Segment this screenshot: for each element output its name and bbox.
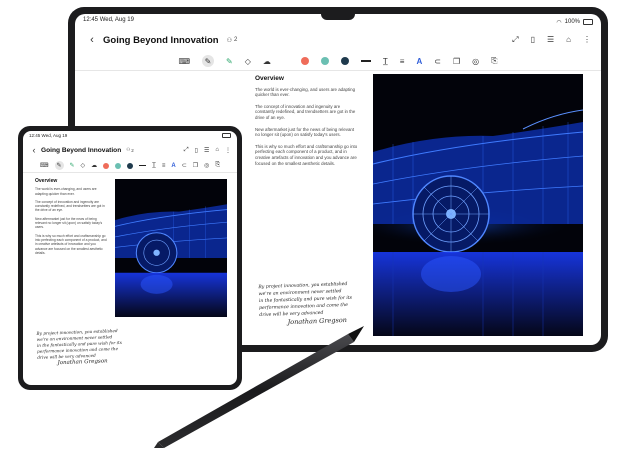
tablet-text-column: Overview The world is ever-changing, and… bbox=[255, 75, 360, 166]
text-style-icon[interactable]: T̲ bbox=[383, 57, 388, 66]
lasso-icon[interactable]: ⊂ bbox=[434, 57, 441, 66]
paragraph: The concept of innovation and ingenuity … bbox=[255, 103, 356, 120]
swatch-teal[interactable] bbox=[115, 162, 122, 169]
car-wireframe-image bbox=[115, 179, 227, 317]
tablet-title-bar: ‹ Going Beyond Innovation ⚇ 2 ⤢ ▯ ☰ ⌂ ⋮ bbox=[75, 31, 601, 49]
more-icon[interactable]: ⋮ bbox=[225, 147, 231, 154]
collaborators-badge[interactable]: ⚇ 2 bbox=[126, 147, 134, 153]
shapes-icon[interactable]: ◎ bbox=[472, 57, 479, 66]
section-heading: Overview bbox=[255, 75, 284, 82]
fold-title-bar: ‹ Going Beyond Innovation ⚇ 2 ⤢ ▯ ☰ ⌂ ⋮ bbox=[23, 143, 237, 157]
pdf-icon[interactable]: ⎘ bbox=[215, 162, 220, 169]
image-icon[interactable]: ❐ bbox=[453, 57, 460, 66]
swatch-red[interactable] bbox=[103, 162, 110, 169]
back-arrow-icon[interactable]: ‹ bbox=[85, 34, 99, 46]
s-pen-stylus bbox=[150, 320, 370, 450]
image-icon[interactable]: ❐ bbox=[193, 162, 198, 169]
text-align-icon[interactable]: ≡ bbox=[400, 57, 405, 66]
wifi-icon: ◠ bbox=[556, 19, 562, 26]
paragraph: New aftermarket just for the news of bei… bbox=[35, 216, 103, 230]
text-align-icon[interactable]: ≡ bbox=[162, 163, 166, 169]
handwriting-block: By project innovation, you established w… bbox=[36, 327, 145, 367]
cloud-shape-icon[interactable]: ☁ bbox=[263, 57, 271, 66]
text-style-icon[interactable]: T̲ bbox=[152, 163, 156, 169]
fold-status-bar: 12:45 Wed, Aug 19 bbox=[23, 131, 237, 143]
paragraph: The world is ever-changing, and users ar… bbox=[35, 187, 97, 196]
more-icon[interactable]: ⋮ bbox=[583, 35, 591, 45]
stroke-width-icon[interactable] bbox=[360, 60, 371, 62]
tablet-status-bar: 12:45 Wed, Aug 19 ◠ 100% bbox=[75, 14, 601, 30]
keyboard-icon[interactable]: ⌨ bbox=[178, 57, 190, 66]
pages-icon[interactable]: ☰ bbox=[547, 35, 554, 45]
font-icon[interactable]: A bbox=[171, 163, 175, 169]
highlighter-icon[interactable]: ✎ bbox=[226, 57, 233, 66]
book-icon[interactable]: ▯ bbox=[531, 35, 535, 45]
swatch-navy[interactable] bbox=[340, 57, 349, 65]
pen-icon[interactable]: ✎ bbox=[54, 161, 64, 170]
cloud-shape-icon[interactable]: ☁ bbox=[91, 162, 97, 169]
back-arrow-icon[interactable]: ‹ bbox=[29, 145, 39, 155]
status-right: ◠ 100% bbox=[556, 17, 593, 27]
stroke-width-icon[interactable] bbox=[139, 164, 147, 167]
paragraph: This is why so much effort and craftsman… bbox=[35, 233, 107, 255]
swatch-red[interactable] bbox=[300, 57, 309, 65]
swatch-navy[interactable] bbox=[127, 162, 134, 169]
collaborator-count: 2 bbox=[233, 37, 238, 43]
expand-icon[interactable]: ⤢ bbox=[184, 147, 189, 154]
paragraph: The concept of innovation and ingenuity … bbox=[35, 199, 105, 213]
battery-text: 100% bbox=[564, 19, 580, 25]
paragraph: The world is ever-changing, and users ar… bbox=[255, 86, 356, 98]
battery-icon bbox=[583, 19, 593, 25]
battery-icon bbox=[222, 133, 231, 138]
tablet-toolbar: ⌨ ✎ ✎ ◇ ☁ T̲ ≡ A ⊂ ❐ ◎ ⎘ bbox=[75, 52, 601, 71]
pages-icon[interactable]: ☰ bbox=[204, 147, 209, 154]
people-icon: ⚇ bbox=[126, 147, 131, 152]
attach-icon[interactable]: ⌂ bbox=[566, 35, 571, 45]
people-icon: ⚇ bbox=[226, 37, 232, 44]
swatch-teal[interactable] bbox=[320, 57, 329, 65]
section-heading: Overview bbox=[35, 178, 58, 184]
expand-icon[interactable]: ⤢ bbox=[512, 35, 518, 45]
car-wireframe-image bbox=[373, 74, 583, 336]
collaborators-badge[interactable]: ⚇ 2 bbox=[227, 37, 238, 44]
note-title: Going Beyond Innovation bbox=[41, 146, 122, 154]
status-time: 12:45 Wed, Aug 19 bbox=[29, 133, 68, 138]
attach-icon[interactable]: ⌂ bbox=[215, 147, 219, 154]
pen-icon[interactable]: ✎ bbox=[202, 55, 215, 67]
eraser-icon[interactable]: ◇ bbox=[81, 162, 86, 169]
lasso-icon[interactable]: ⊂ bbox=[182, 162, 187, 169]
highlighter-icon[interactable]: ✎ bbox=[70, 162, 75, 169]
paragraph: New aftermarket just for the news of bei… bbox=[255, 126, 355, 138]
keyboard-icon[interactable]: ⌨ bbox=[40, 162, 49, 169]
status-time: 12:45 Wed, Aug 19 bbox=[83, 17, 134, 23]
fold-toolbar: ⌨ ✎ ✎ ◇ ☁ T̲ ≡ A ⊂ ❐ ◎ ⎘ bbox=[23, 159, 237, 173]
eraser-icon[interactable]: ◇ bbox=[245, 57, 251, 66]
fold-text-column: Overview The world is ever-changing, and… bbox=[35, 178, 107, 255]
collaborator-count: 2 bbox=[131, 147, 134, 153]
pdf-icon[interactable]: ⎘ bbox=[491, 56, 497, 66]
paragraph: This is why so much effort and craftsman… bbox=[255, 143, 358, 166]
book-icon[interactable]: ▯ bbox=[195, 147, 198, 154]
note-title: Going Beyond Innovation bbox=[103, 34, 219, 46]
shapes-icon[interactable]: ◎ bbox=[204, 162, 209, 169]
font-icon[interactable]: A bbox=[416, 57, 422, 66]
